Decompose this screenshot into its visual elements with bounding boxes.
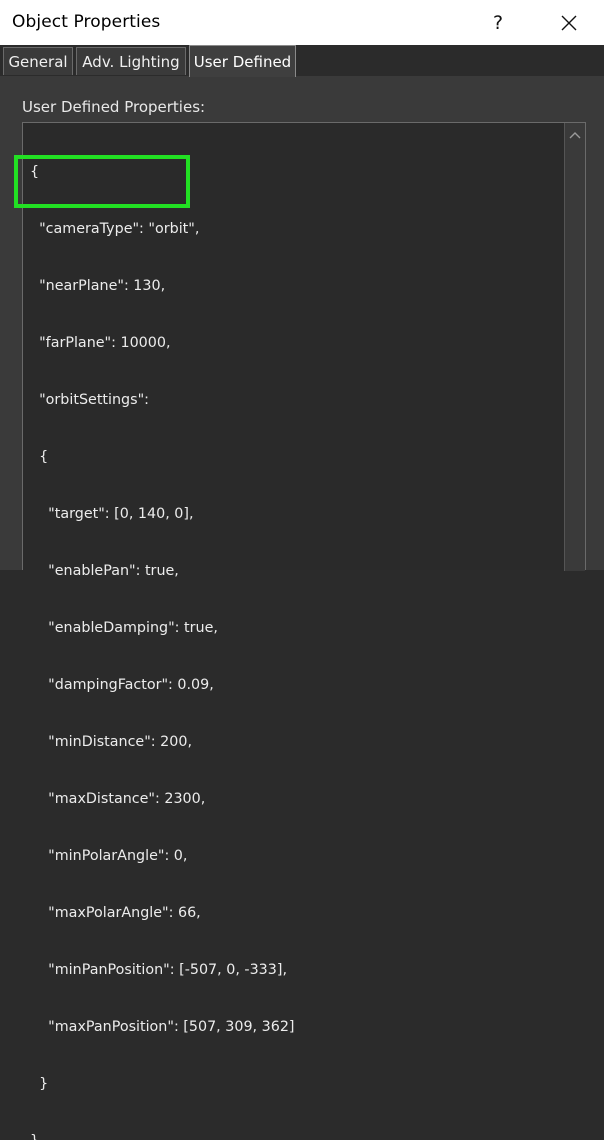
code-line: "enableDamping": true, xyxy=(30,620,218,636)
properties-panel: User Defined Properties: { "cameraType":… xyxy=(0,76,604,1140)
window-title: Object Properties xyxy=(12,12,161,32)
close-icon xyxy=(561,15,577,31)
tab-user-defined[interactable]: User Defined xyxy=(189,45,296,77)
code-line: { xyxy=(30,449,49,465)
code-line: "farPlane": 10000, xyxy=(30,335,171,351)
code-line: "nearPlane": 130, xyxy=(30,278,166,294)
code-content: { "cameraType": "orbit", "nearPlane": 13… xyxy=(30,125,295,1140)
code-line: "target": [0, 140, 0], xyxy=(30,506,194,522)
chevron-up-icon xyxy=(569,124,581,143)
title-bar: Object Properties ? xyxy=(0,0,604,45)
code-line: } xyxy=(30,1132,295,1140)
tab-general[interactable]: General xyxy=(3,47,73,75)
code-line: "minPolarAngle": 0, xyxy=(30,848,188,864)
annotation-highlight-box xyxy=(14,155,190,208)
code-line: "maxDistance": 2300, xyxy=(30,791,206,807)
close-button[interactable] xyxy=(546,0,592,45)
code-line: "maxPolarAngle": 66, xyxy=(30,905,201,921)
tab-adv-lighting[interactable]: Adv. Lighting xyxy=(76,47,186,75)
code-line: "enablePan": true, xyxy=(30,563,179,579)
code-line: "minPanPosition": [-507, 0, -333], xyxy=(30,962,287,978)
vertical-scrollbar[interactable] xyxy=(564,123,585,571)
code-line: "maxPanPosition": [507, 309, 362] xyxy=(30,1019,295,1035)
code-line: "minDistance": 200, xyxy=(30,734,192,750)
code-line: "cameraType": "orbit", xyxy=(30,221,200,237)
user-defined-properties-label: User Defined Properties: xyxy=(22,98,206,116)
scroll-up-button[interactable] xyxy=(565,123,585,143)
code-line: "dampingFactor": 0.09, xyxy=(30,677,214,693)
help-icon: ? xyxy=(492,11,504,34)
tab-strip: General Adv. Lighting User Defined xyxy=(0,45,604,77)
code-line: } xyxy=(30,1076,49,1092)
help-button[interactable]: ? xyxy=(475,0,521,45)
code-line: "orbitSettings": xyxy=(30,392,149,408)
